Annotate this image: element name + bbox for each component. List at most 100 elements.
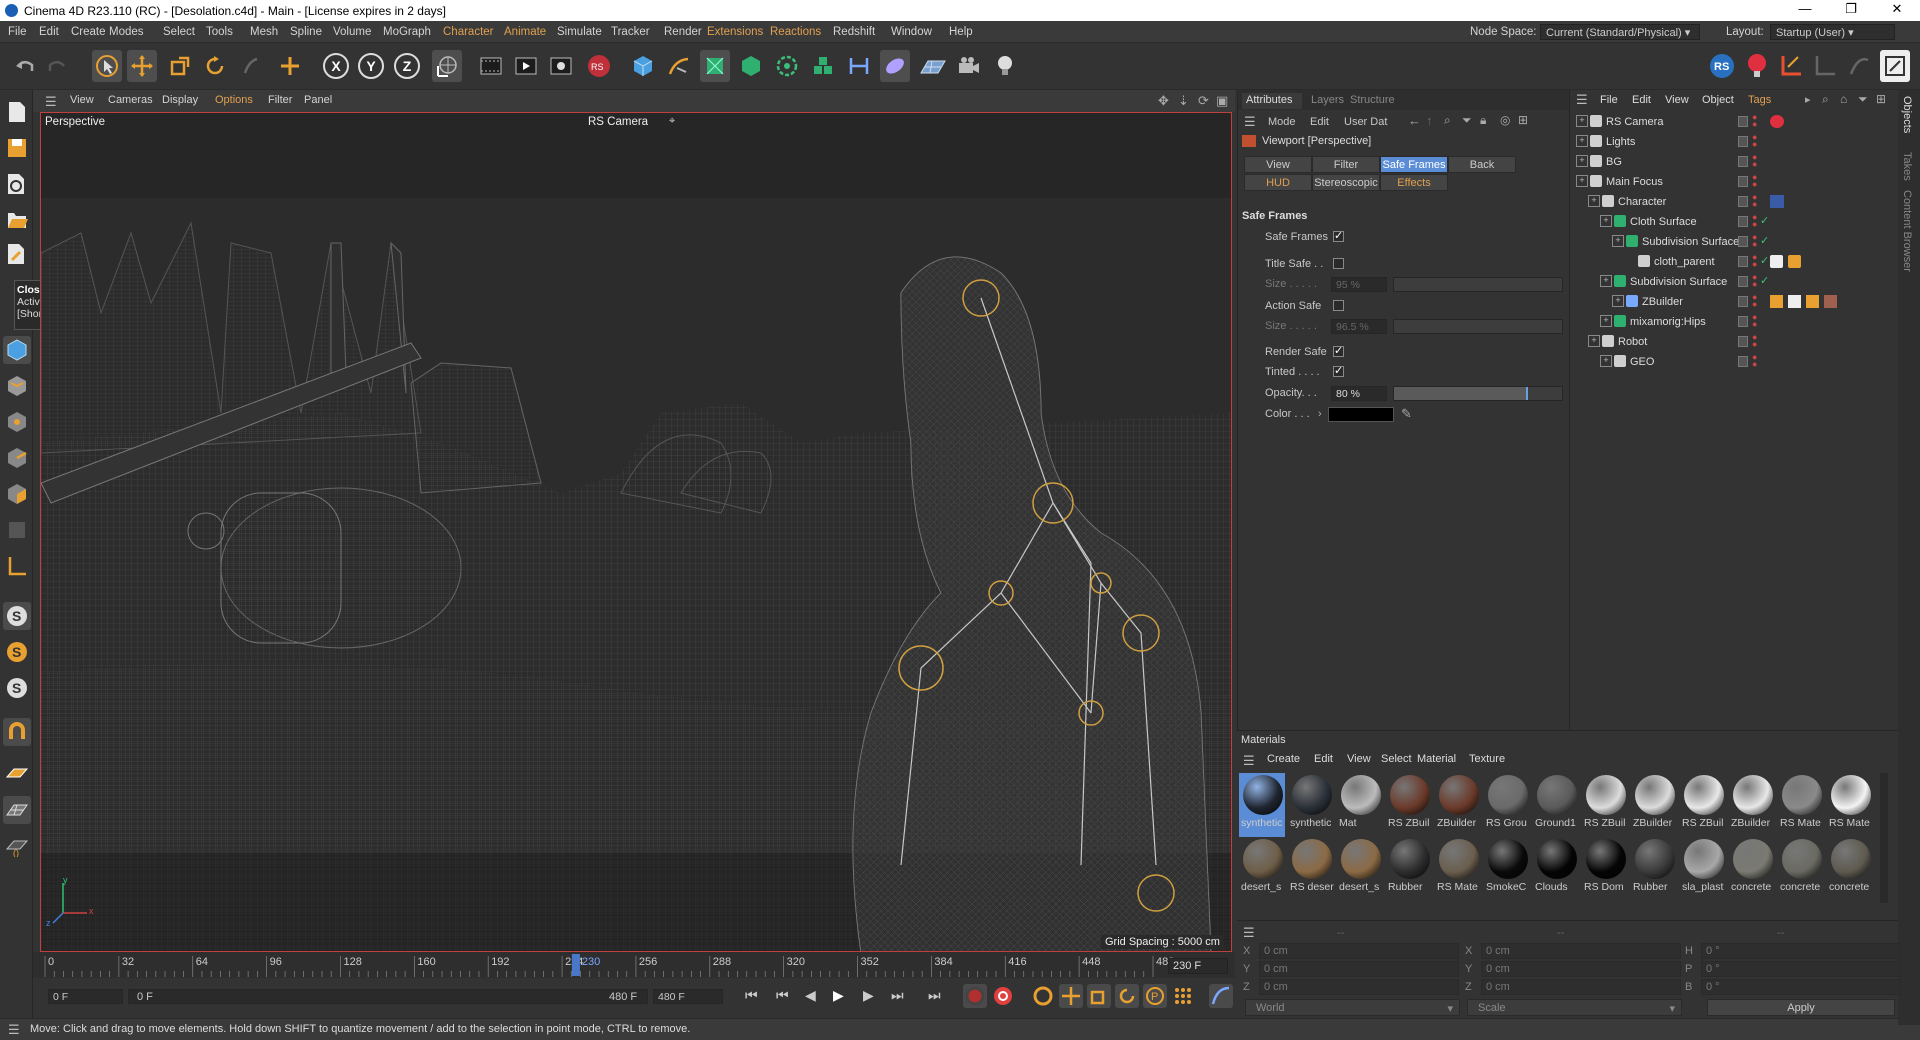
render-safe-checkbox[interactable] (1333, 344, 1344, 357)
tab-structure[interactable]: Structure (1350, 94, 1395, 106)
menu-render[interactable]: Render (664, 26, 702, 38)
new-project-icon[interactable] (3, 98, 31, 126)
object-visibility-dots-icon[interactable]: ● ● (1752, 313, 1757, 329)
redo-icon[interactable] (42, 50, 72, 82)
object-visibility-dots-icon[interactable]: ● ● (1752, 293, 1757, 309)
viewport-maximize-icon[interactable]: ▣ (1216, 93, 1228, 109)
coord-value-field[interactable]: 0 cm (1259, 961, 1459, 977)
texture-mode-icon[interactable] (3, 372, 31, 400)
up-arrow-icon[interactable]: ↑ (1426, 113, 1433, 128)
menu-file[interactable]: File (8, 26, 27, 38)
redshift-light-icon[interactable] (1742, 50, 1772, 82)
objects-home-icon[interactable]: ⌂ (1840, 92, 1847, 106)
cube-primitive-icon[interactable] (628, 50, 658, 82)
coord-value-field[interactable]: 0 ° (1701, 961, 1901, 977)
safe-frames-checkbox[interactable] (1333, 229, 1344, 242)
coord-value-field[interactable]: 0 ° (1701, 943, 1901, 959)
redshift-render-view-icon[interactable]: RS (584, 50, 614, 82)
object-visibility-dots-icon[interactable]: ● ● (1752, 273, 1757, 289)
material-swatch[interactable]: RS Mate (1827, 773, 1873, 837)
objects-search-icon[interactable]: ⌕ (1822, 92, 1829, 107)
object-row[interactable]: cloth_parent ● ● ✓ (1570, 252, 1899, 272)
key-parameter-icon[interactable]: P (1143, 984, 1167, 1008)
hamburger-menu-icon[interactable]: ☰ (45, 94, 57, 110)
deformer-icon[interactable] (844, 50, 874, 82)
materials-hamburger-icon[interactable]: ☰ (1243, 753, 1255, 769)
material-swatch[interactable]: SmokeC (1484, 837, 1530, 901)
object-edit-flag-icon[interactable] (1738, 316, 1748, 327)
tinted-checkbox[interactable] (1333, 364, 1344, 377)
floor-environment-icon[interactable] (918, 50, 948, 82)
materials-menu-edit[interactable]: Edit (1314, 753, 1333, 765)
coords-apply-button[interactable]: Apply (1707, 999, 1895, 1016)
tree-toggle-icon[interactable]: + (1612, 295, 1624, 307)
previous-key-icon[interactable]: ⏮ (776, 987, 789, 1004)
object-enabled-check-icon[interactable]: ✓ (1760, 214, 1769, 227)
tree-toggle-icon[interactable]: + (1600, 215, 1612, 227)
object-row[interactable]: + GEO ● ● (1570, 352, 1899, 372)
attr-tab-view[interactable]: View (1244, 156, 1312, 173)
material-swatch[interactable]: concrete (1729, 837, 1775, 901)
object-visibility-dots-icon[interactable]: ● ● (1752, 333, 1757, 349)
redshift-rs-icon[interactable]: RS (1707, 50, 1737, 82)
vtab-objects[interactable]: Objects (1901, 96, 1913, 133)
viewport-zoom-icon[interactable]: ⇣ (1178, 93, 1189, 109)
material-swatch[interactable]: Mat (1337, 773, 1383, 837)
go-to-start-icon[interactable]: ⏮ (745, 987, 758, 1004)
close-project-icon[interactable] (3, 240, 31, 268)
object-row[interactable]: + ZBuilder ● ● (1570, 292, 1899, 312)
key-position-icon[interactable] (1059, 984, 1083, 1008)
layout-switch-icon[interactable] (1880, 50, 1910, 82)
move-tool-icon[interactable] (127, 50, 157, 82)
perspective-viewport[interactable]: Perspective RS Camera ⌖ y x z Grid Spaci… (40, 112, 1232, 952)
recent-tools-icon[interactable] (235, 50, 265, 82)
solo-single-icon[interactable]: S (3, 638, 31, 666)
viewport-rotate-icon[interactable]: ⟳ (1198, 93, 1209, 109)
material-swatch[interactable]: ZBuilder (1729, 773, 1775, 837)
material-tag-icon[interactable] (1824, 295, 1837, 308)
title-size-slider[interactable] (1393, 277, 1563, 292)
material-swatch[interactable]: RS ZBuil (1386, 773, 1432, 837)
object-row[interactable]: + BG ● ● (1570, 152, 1899, 172)
point-mode-icon[interactable] (3, 408, 31, 436)
layout-select[interactable]: Startup (User) ▾ (1770, 24, 1895, 40)
menu-create[interactable]: Create (71, 26, 106, 38)
redshift-camera-tag-icon[interactable] (1770, 115, 1784, 128)
menu-reactions[interactable]: Reactions (770, 26, 821, 38)
viewport-menu-display[interactable]: Display (162, 94, 198, 106)
materials-menu-select[interactable]: Select (1381, 753, 1412, 765)
workplane-mode-icon[interactable] (3, 760, 31, 788)
coords-world-select[interactable]: World ▾ (1245, 999, 1460, 1016)
axis-mode-icon[interactable] (3, 552, 31, 580)
objects-menu-object[interactable]: Object (1702, 94, 1734, 106)
attr-tab-effects[interactable]: Effects (1380, 174, 1448, 191)
object-enabled-check-icon[interactable]: ✓ (1760, 254, 1769, 267)
object-edit-flag-icon[interactable] (1738, 256, 1748, 267)
render-to-picture-viewer-icon[interactable] (511, 50, 541, 82)
material-swatch[interactable]: Ground1 (1533, 773, 1579, 837)
menu-modes[interactable]: Modes (109, 26, 144, 38)
tree-toggle-icon[interactable]: + (1612, 235, 1624, 247)
start-frame-field[interactable]: 0 F (48, 989, 123, 1004)
tree-toggle-icon[interactable]: + (1588, 195, 1600, 207)
coords-hamburger-icon[interactable]: ☰ (1243, 925, 1255, 941)
render-settings-icon[interactable] (546, 50, 576, 82)
viewport-move-icon[interactable]: ✥ (1158, 93, 1169, 109)
current-frame-field[interactable]: 230 F (1168, 958, 1228, 974)
material-swatch[interactable]: sla_plast (1680, 837, 1726, 901)
attributes-menu-mode[interactable]: Mode (1268, 116, 1296, 128)
menu-tools[interactable]: Tools (206, 26, 233, 38)
search-icon[interactable]: ⌕ (1444, 113, 1451, 128)
tree-toggle-icon[interactable]: + (1600, 315, 1612, 327)
object-edit-flag-icon[interactable] (1738, 196, 1748, 207)
record-active-icon[interactable] (963, 984, 987, 1008)
object-edit-flag-icon[interactable] (1738, 176, 1748, 187)
material-swatch[interactable]: desert_s (1239, 837, 1285, 901)
object-edit-flag-icon[interactable] (1738, 276, 1748, 287)
attributes-hamburger-icon[interactable]: ☰ (1244, 114, 1256, 130)
material-tag-icon[interactable] (1788, 295, 1801, 308)
objects-filter-icon[interactable]: ⏷ (1858, 92, 1868, 107)
material-tag-icon[interactable] (1770, 255, 1783, 268)
object-edit-flag-icon[interactable] (1738, 336, 1748, 347)
viewport-menu-options[interactable]: Options (215, 94, 253, 106)
